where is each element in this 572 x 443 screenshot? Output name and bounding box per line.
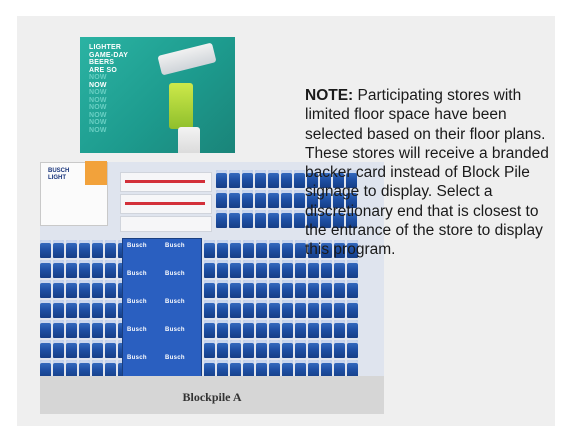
ad-line: GAME-DAY [89,51,129,59]
ad-poster: LIGHTER GAME-DAY BEERS ARE SO NOW NOW NO… [80,37,235,153]
note-label: NOTE: [305,87,358,104]
center-case-stack: Busch Busch Busch Busch Busch Busch Busc… [122,238,202,386]
blockpile-label: Blockpile A [182,390,242,404]
ad-line: NOW [89,119,107,126]
beer-can-image [157,42,217,76]
can-row [204,280,358,298]
case-box [120,194,212,214]
note-text: NOTE: Participating stores with limited … [305,86,550,260]
ad-line: NOW [89,104,107,111]
can-row [40,240,129,258]
blockpile-base: Blockpile A [40,376,384,414]
ad-line: LIGHTER [89,44,122,51]
can-row [40,320,129,338]
can-row [40,260,129,278]
ad-line: ARE SO [89,66,118,74]
can-row [204,340,358,358]
ad-line: NOW [89,111,107,119]
ad-headline: LIGHTER GAME-DAY BEERS ARE SO NOW NOW NO… [89,44,128,134]
ad-line: NOW [89,89,107,96]
ad-line: NOW [89,74,107,81]
can-row [40,300,129,318]
can-row [204,320,358,338]
ad-line: BEERS [89,59,115,66]
can-row [40,340,129,358]
can-row [204,300,358,318]
ad-line: NOW [89,126,107,134]
case-box [120,216,212,232]
case-box [120,172,212,192]
can-row [204,260,358,278]
beer-can-image [169,83,193,129]
beer-can-image [178,127,200,153]
ad-line: NOW [89,96,107,104]
can-row [40,280,129,298]
backer-box: BUSCH LIGHT [40,161,108,226]
note-body: Participating stores with limited floor … [305,87,549,259]
ad-line: NOW [89,81,107,89]
